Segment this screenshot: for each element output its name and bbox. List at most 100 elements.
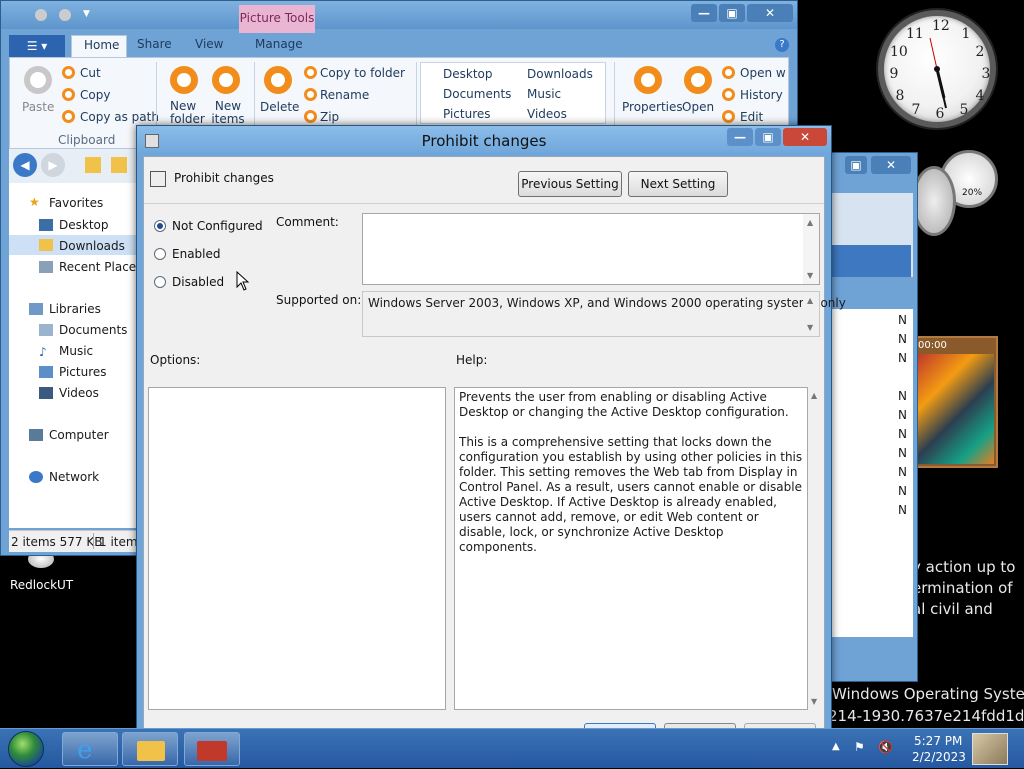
copy-path-icon — [62, 110, 75, 123]
gallery-downloads[interactable]: Downloads — [527, 67, 593, 81]
nav-computer[interactable]: Computer — [49, 428, 109, 442]
folder-icon — [111, 157, 127, 173]
maximize-button[interactable]: ▣ — [845, 156, 867, 174]
comment-field[interactable]: ▲ ▼ — [362, 213, 820, 285]
close-button[interactable]: ✕ — [871, 156, 911, 174]
gallery-desktop[interactable]: Desktop — [443, 67, 493, 81]
computer-icon — [29, 429, 43, 441]
enabled-label[interactable]: Enabled — [172, 247, 221, 261]
policy-name: Prohibit changes — [174, 171, 274, 185]
favorites-header[interactable]: Favorites — [49, 196, 103, 210]
policy-dialog[interactable]: Prohibit changes — ▣ ✕ Prohibit changes … — [136, 125, 846, 735]
zip-icon — [304, 110, 317, 123]
radio-disabled[interactable] — [154, 276, 166, 288]
action-center-icon[interactable]: ⚑ — [854, 740, 865, 754]
up-folder-icon[interactable] — [85, 157, 101, 173]
properties-icon — [634, 66, 662, 94]
dialog-titlebar[interactable]: Prohibit changes — ▣ ✕ — [137, 126, 831, 156]
nav-pictures[interactable]: Pictures — [59, 365, 107, 379]
help-pane[interactable]: Prevents the user from enabling or disab… — [454, 387, 808, 710]
radio-enabled[interactable] — [154, 248, 166, 260]
desktop-icon — [39, 219, 53, 231]
tab-home[interactable]: Home — [71, 35, 127, 57]
paste-button[interactable]: Paste — [18, 64, 58, 124]
gallery-pictures[interactable]: Pictures — [443, 107, 491, 121]
gallery-music[interactable]: Music — [527, 87, 561, 101]
nav-recent-places[interactable]: Recent Places — [59, 260, 142, 274]
not-configured-label[interactable]: Not Configured — [172, 219, 263, 233]
radio-not-configured[interactable] — [154, 220, 166, 232]
ribbon-tabs: ☰ ▾ Home Share View Manage ? — [9, 35, 789, 57]
quick-access-icons[interactable]: ▼ — [15, 9, 105, 23]
new-folder-icon — [170, 66, 198, 94]
close-button[interactable]: ✕ — [747, 4, 793, 22]
clock-gadget[interactable]: 12 1 2 3 4 5 6 7 8 9 10 11 — [878, 10, 996, 128]
forward-button[interactable]: ▶ — [41, 153, 65, 177]
options-pane[interactable] — [148, 387, 446, 710]
comment-scrollbar[interactable]: ▲ ▼ — [803, 214, 819, 284]
show-desktop-thumbnail[interactable] — [972, 733, 1008, 765]
star-icon: ★ — [29, 195, 40, 209]
copy-to-icon — [304, 66, 317, 79]
music-icon: ♪ — [39, 345, 47, 359]
clock-date[interactable]: 2/2/2023 — [912, 750, 966, 764]
show-hidden-icons[interactable]: ▲ — [832, 741, 840, 752]
nav-desktop[interactable]: Desktop — [59, 218, 109, 232]
clock-hands-icon — [929, 37, 947, 109]
help-icon[interactable]: ? — [775, 38, 789, 52]
close-button[interactable]: ✕ — [783, 128, 827, 146]
back-button[interactable]: ◀ — [13, 153, 37, 177]
minimize-button[interactable]: — — [691, 4, 717, 22]
build-watermark: 214-1930.7637e214fdd1d1fc — [828, 707, 1024, 725]
windows-orb-icon — [8, 731, 44, 767]
volume-muted-icon[interactable]: 🔇 — [878, 740, 893, 754]
nav-videos[interactable]: Videos — [59, 386, 99, 400]
tab-manage[interactable]: Manage — [255, 37, 303, 51]
clipboard-group-label: Clipboard — [58, 133, 116, 147]
gallery-documents[interactable]: Documents — [443, 87, 511, 101]
status-item-count: 2 items 577 KB — [11, 535, 103, 549]
previous-setting-button[interactable]: Previous Setting — [518, 171, 622, 197]
new-items-icon — [212, 66, 240, 94]
locations-gallery[interactable]: Desktop Downloads Documents Music Pictur… — [420, 62, 606, 124]
background-window[interactable]: ▣ ✕ N N N N N N N N N N — [820, 152, 918, 682]
minimize-button[interactable]: — — [727, 128, 753, 146]
clock-time[interactable]: 5:27 PM — [914, 734, 962, 748]
tab-share[interactable]: Share — [137, 37, 172, 51]
file-tab[interactable]: ☰ ▾ — [9, 35, 65, 57]
nav-documents[interactable]: Documents — [59, 323, 127, 337]
help-text: Prevents the user from enabling or disab… — [459, 390, 803, 555]
open-with-icon — [722, 66, 735, 79]
delete-icon — [264, 66, 292, 94]
supported-scrollbar[interactable]: ▲ ▼ — [803, 292, 819, 336]
help-scrollbar[interactable]: ▲ ▼ — [808, 387, 822, 710]
taskbar-ie[interactable]: e — [62, 732, 118, 766]
maximize-button[interactable]: ▣ — [755, 128, 781, 146]
explorer-titlebar[interactable]: ▼ Picture Tools — ▣ ✕ — [1, 1, 797, 33]
desktop-text: y action up to ermination of al civil an… — [912, 558, 1016, 618]
nav-network[interactable]: Network — [49, 470, 99, 484]
taskbar-policy-editor[interactable] — [184, 732, 240, 766]
libraries-header[interactable]: Libraries — [49, 302, 101, 316]
recent-places-icon — [39, 261, 53, 273]
picture-puzzle-gadget[interactable]: 00:00 — [912, 336, 998, 468]
taskbar-explorer[interactable] — [122, 732, 178, 766]
desktop-icon-redlock[interactable]: RedlockUT — [6, 550, 73, 596]
documents-icon — [39, 324, 53, 336]
edit-icon — [722, 110, 735, 123]
help-paragraph-1: Prevents the user from enabling or disab… — [459, 390, 789, 419]
toolbox-icon — [197, 741, 227, 761]
next-setting-button[interactable]: Next Setting — [628, 171, 728, 197]
disabled-label[interactable]: Disabled — [172, 275, 224, 289]
taskbar: e ▲ ⚑ 🔇 5:27 PM 2/2/2023 — [0, 728, 1024, 768]
picture-tools-tab[interactable]: Picture Tools — [239, 5, 315, 33]
paste-icon — [24, 66, 52, 94]
cpu-meter-gadget[interactable]: 20% — [912, 150, 998, 240]
options-label: Options: — [150, 353, 201, 367]
maximize-button[interactable]: ▣ — [719, 4, 745, 22]
tab-view[interactable]: View — [195, 37, 223, 51]
nav-music[interactable]: Music — [59, 344, 93, 358]
gallery-videos[interactable]: Videos — [527, 107, 567, 121]
start-button[interactable] — [4, 729, 48, 769]
nav-downloads[interactable]: Downloads — [59, 239, 125, 253]
